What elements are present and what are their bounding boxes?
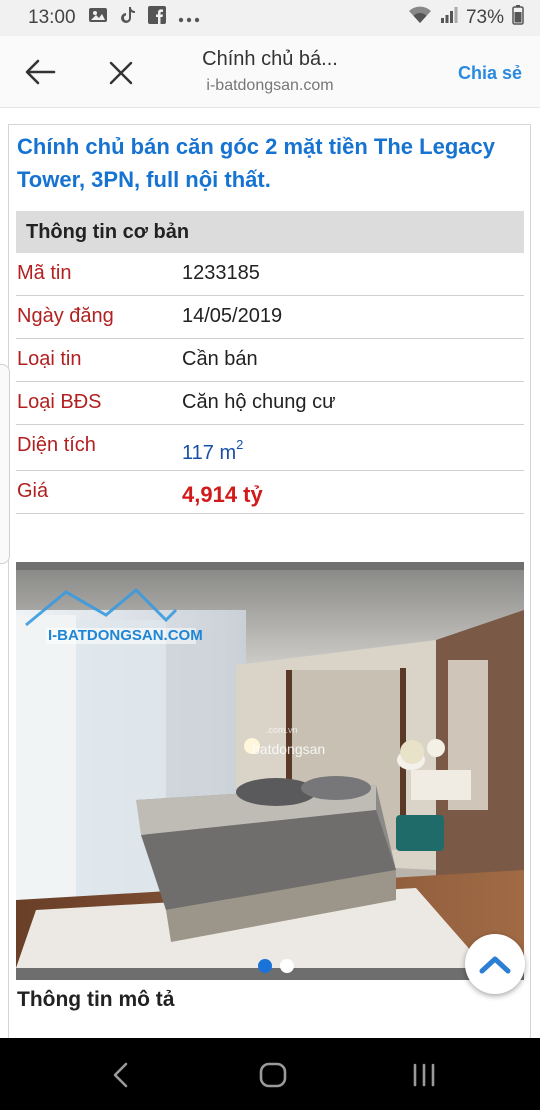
info-label: Loại BĐS <box>17 391 102 413</box>
info-row-area: Diện tích 117 m2 <box>16 425 524 471</box>
tiktok-icon <box>120 6 136 30</box>
info-row-date: Ngày đăng 14/05/2019 <box>16 296 524 339</box>
scroll-to-top-button[interactable] <box>465 934 525 994</box>
signal-icon <box>440 6 458 30</box>
gallery-pagination <box>258 959 294 973</box>
chevron-up-icon <box>479 956 511 974</box>
info-value-area: 117 m2 <box>182 437 243 465</box>
info-label: Loại tin <box>17 348 82 370</box>
content-frame-left <box>8 124 9 1064</box>
status-time: 13:00 <box>28 7 76 28</box>
page-url: i-batdongsan.com <box>206 77 334 94</box>
info-value: 1233185 <box>182 262 260 284</box>
battery-percent: 73% <box>465 7 504 28</box>
area-unit-exponent: 2 <box>236 437 244 452</box>
info-value: 14/05/2019 <box>182 305 283 327</box>
back-arrow-icon[interactable] <box>24 58 56 86</box>
content-frame-right <box>530 124 531 1064</box>
gallery-top-bar <box>16 562 524 570</box>
description-title: Thông tin mô tả <box>17 988 175 1011</box>
info-row-type: Loại tin Cần bán <box>16 339 524 382</box>
info-row-property-type: Loại BĐS Căn hộ chung cư <box>16 382 524 425</box>
nav-back-icon[interactable] <box>111 1062 131 1093</box>
content-frame-top <box>8 124 531 125</box>
watermark-tiny: .com.vn <box>266 725 298 735</box>
area-number: 117 m <box>182 442 237 464</box>
info-label: Mã tin <box>17 262 72 284</box>
info-value: Căn hộ chung cư <box>182 391 336 413</box>
nav-home-icon[interactable] <box>259 1062 287 1093</box>
gallery-dot-1[interactable] <box>258 959 272 973</box>
page-title: Chính chủ bá... <box>202 48 338 70</box>
battery-icon <box>512 5 524 31</box>
gallery-dot-2[interactable] <box>280 959 294 973</box>
info-row-id: Mã tin 1233185 <box>16 253 524 296</box>
watermark-text: I-BATDONGSAN.COM <box>48 627 203 644</box>
facebook-icon <box>147 6 166 30</box>
nav-recent-apps-icon[interactable] <box>412 1062 436 1093</box>
info-value-price: 4,914 tỷ <box>182 482 263 507</box>
wifi-icon <box>408 6 432 30</box>
close-icon[interactable] <box>106 58 136 88</box>
gallery-icon <box>88 6 108 30</box>
more-dots-icon <box>178 7 200 29</box>
edge-panel-handle[interactable] <box>0 364 10 564</box>
image-gallery[interactable]: I-BATDONGSAN.COM batdongsan .com.vn <box>16 562 524 980</box>
share-button[interactable]: Chia sẻ <box>458 63 522 84</box>
info-value: Cần bán <box>182 348 258 370</box>
watermark-small: batdongsan <box>252 741 325 757</box>
basic-info-header: Thông tin cơ bản <box>16 211 524 253</box>
info-label: Giá <box>17 480 49 502</box>
info-row-price: Giá 4,914 tỷ <box>16 471 524 514</box>
system-nav-bar <box>0 1038 540 1110</box>
listing-title: Chính chủ bán căn góc 2 mặt tiền The Leg… <box>17 134 495 192</box>
bedroom-photo[interactable]: I-BATDONGSAN.COM batdongsan .com.vn <box>16 570 524 968</box>
status-bar: 13:00 73% <box>0 0 540 36</box>
browser-toolbar: Chính chủ bá... i-batdongsan.com Chia sẻ <box>0 36 540 108</box>
info-label: Ngày đăng <box>17 305 114 327</box>
basic-info-table: Thông tin cơ bản Mã tin 1233185 Ngày đăn… <box>16 211 524 514</box>
info-label: Diện tích <box>17 434 96 456</box>
